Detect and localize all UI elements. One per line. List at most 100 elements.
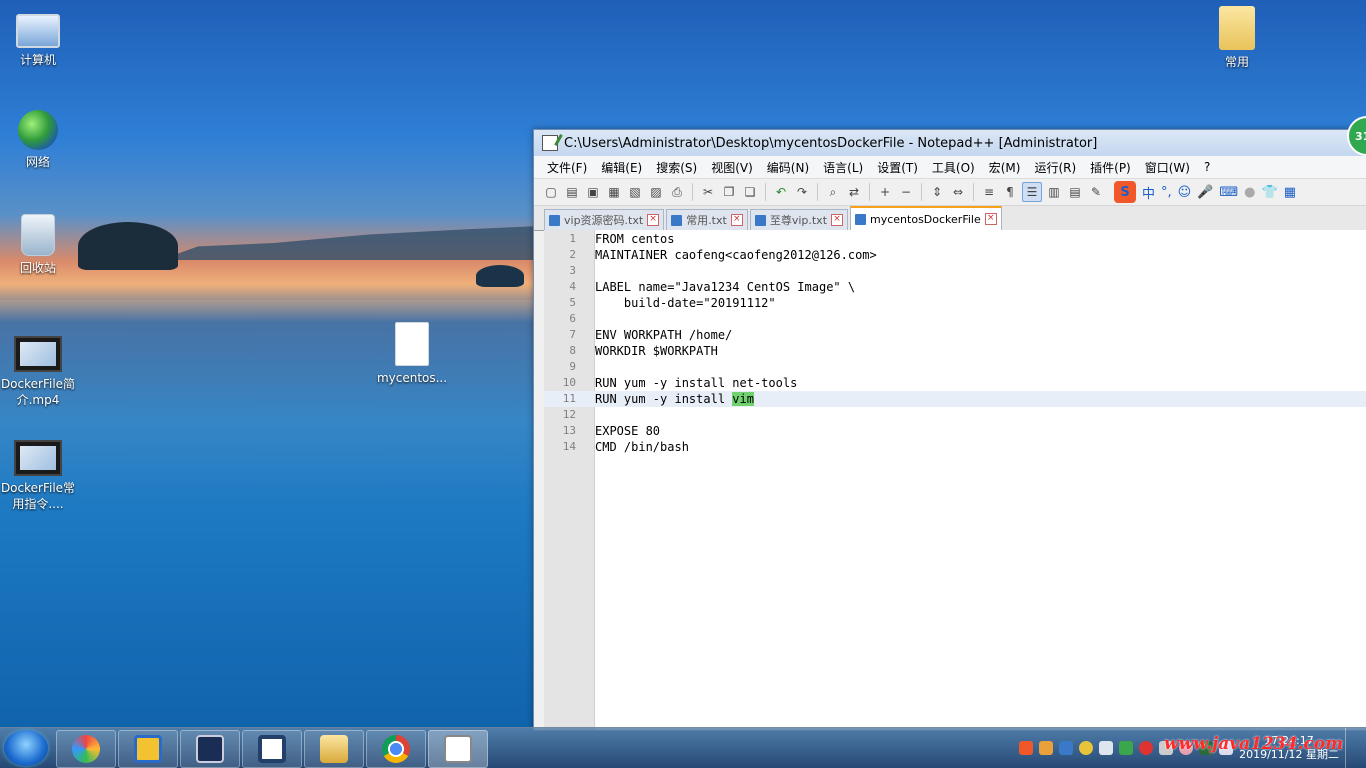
menu-settings[interactable]: 设置(T) xyxy=(870,157,925,178)
macro-record-icon[interactable]: ✎ xyxy=(1087,183,1105,201)
close-all-icon[interactable]: ▨ xyxy=(647,183,665,201)
code-line[interactable]: 4 LABEL name="Java1234 CentOS Image" \ xyxy=(544,279,1366,295)
close-tab-icon[interactable]: × xyxy=(647,214,660,226)
save-icon[interactable]: ▣ xyxy=(584,183,602,201)
sogou-ime-icon[interactable]: S xyxy=(1114,181,1136,203)
shield-icon[interactable] xyxy=(1119,741,1134,755)
copy-icon[interactable]: ❐ xyxy=(720,183,738,201)
monitor-icon xyxy=(196,735,224,763)
taskbar-app-remote-desktop[interactable] xyxy=(180,730,240,768)
print-icon[interactable]: ⎙ xyxy=(668,183,686,201)
close-tab-icon[interactable]: × xyxy=(730,214,743,226)
menu-plugins[interactable]: 插件(P) xyxy=(1083,157,1138,178)
paste-icon[interactable]: ❏ xyxy=(741,183,759,201)
show-all-chars-icon[interactable]: ¶ xyxy=(1001,183,1019,201)
cut-icon[interactable]: ✂ xyxy=(699,183,717,201)
close-file-icon[interactable]: ▧ xyxy=(626,183,644,201)
tab-common[interactable]: 常用.txt × xyxy=(666,209,748,230)
ime-mode-toggle[interactable]: 中 xyxy=(1142,183,1155,202)
menu-run[interactable]: 运行(R) xyxy=(1027,157,1083,178)
notepadpp-window[interactable]: C:\Users\Administrator\Desktop\mycentosD… xyxy=(533,129,1366,731)
taskbar-app-chrome[interactable] xyxy=(366,730,426,768)
start-button[interactable] xyxy=(4,730,48,766)
taskbar-app-virtualbox[interactable] xyxy=(118,730,178,768)
keyboard-icon[interactable]: ⌨ xyxy=(1219,185,1238,200)
zoom-out-icon[interactable]: − xyxy=(897,183,915,201)
code-line[interactable]: 6 xyxy=(544,311,1366,327)
code-line[interactable]: 12 xyxy=(544,407,1366,423)
word-wrap-icon[interactable]: ≡ xyxy=(980,183,998,201)
zoom-in-icon[interactable]: + xyxy=(876,183,894,201)
code-line[interactable]: 9 xyxy=(544,359,1366,375)
desktop-icon-dockerfile-commands[interactable]: DockerFile常用指令.... xyxy=(0,434,76,512)
code-line[interactable]: 3 xyxy=(544,263,1366,279)
user-icon[interactable]: ● xyxy=(1244,185,1255,200)
desktop-icon-network[interactable]: 网络 xyxy=(0,110,76,170)
tab-supreme-vip[interactable]: 至尊vip.txt × xyxy=(749,209,849,230)
skin-icon[interactable]: 👕 xyxy=(1262,185,1278,200)
replace-icon[interactable]: ⇄ xyxy=(845,183,863,201)
new-file-icon[interactable]: ▢ xyxy=(542,183,560,201)
doc-map-icon[interactable]: ▥ xyxy=(1045,183,1063,201)
desktop-icon-computer[interactable]: 计算机 xyxy=(0,8,76,68)
sogou-tray-icon[interactable] xyxy=(1019,741,1034,755)
close-tab-icon[interactable]: × xyxy=(831,214,844,226)
box-icon[interactable] xyxy=(1059,741,1074,755)
taskbar-app-navicat[interactable] xyxy=(242,730,302,768)
window-titlebar[interactable]: C:\Users\Administrator\Desktop\mycentosD… xyxy=(534,130,1366,156)
menu-help[interactable]: ? xyxy=(1197,158,1217,176)
gift-icon[interactable] xyxy=(1039,741,1054,755)
microphone-icon[interactable]: 🎤 xyxy=(1197,185,1213,200)
code-line[interactable]: 2 MAINTAINER caofeng<caofeng2012@126.com> xyxy=(544,247,1366,263)
code-line[interactable]: 1 FROM centos xyxy=(544,231,1366,247)
sync-horizontal-icon[interactable]: ⇔ xyxy=(949,183,967,201)
menu-language[interactable]: 语言(L) xyxy=(816,157,870,178)
plus-icon[interactable] xyxy=(1079,741,1094,755)
tab-vip-passwords[interactable]: vip资源密码.txt × xyxy=(544,209,665,230)
sync-vertical-icon[interactable]: ⇕ xyxy=(928,183,946,201)
grid-icon[interactable]: ▦ xyxy=(1284,185,1296,200)
virtualbox-icon xyxy=(134,735,162,763)
taskbar-app-explorer[interactable] xyxy=(304,730,364,768)
show-desktop-button[interactable] xyxy=(1345,728,1356,768)
code-line[interactable]: 13 EXPOSE 80 xyxy=(544,423,1366,439)
code-line[interactable]: 11 RUN yum -y install vim xyxy=(544,391,1366,407)
code-text: RUN yum -y install net-tools xyxy=(595,375,797,391)
tab-label: 至尊vip.txt xyxy=(769,214,828,227)
security-icon[interactable] xyxy=(1139,741,1154,755)
network-tray-icon[interactable] xyxy=(1099,741,1114,755)
menu-edit[interactable]: 编辑(E) xyxy=(594,157,649,178)
code-line[interactable]: 5 build-date="20191112" xyxy=(544,295,1366,311)
menu-file[interactable]: 文件(F) xyxy=(540,157,594,178)
tab-mycentosdockerfile[interactable]: mycentosDockerFile × xyxy=(850,206,1002,230)
menu-search[interactable]: 搜索(S) xyxy=(649,157,704,178)
taskbar-app-photos[interactable] xyxy=(56,730,116,768)
code-line[interactable]: 14 CMD /bin/bash xyxy=(544,439,1366,455)
menu-macro[interactable]: 宏(M) xyxy=(982,157,1028,178)
indent-guide-icon[interactable]: ☰ xyxy=(1022,182,1042,202)
desktop-icon-mycentos-file[interactable]: mycentos... xyxy=(374,322,450,386)
taskbar-app-notepadpp[interactable] xyxy=(428,730,488,768)
desktop-icon-common-folder[interactable]: 常用 xyxy=(1199,6,1275,70)
close-tab-icon[interactable]: × xyxy=(984,213,997,225)
undo-icon[interactable]: ↶ xyxy=(772,183,790,201)
function-list-icon[interactable]: ▤ xyxy=(1066,183,1084,201)
save-all-icon[interactable]: ▦ xyxy=(605,183,623,201)
ime-punctuation-toggle[interactable]: °, xyxy=(1161,185,1172,200)
code-line[interactable]: 10 RUN yum -y install net-tools xyxy=(544,375,1366,391)
line-number: 11 xyxy=(562,392,576,405)
code-line[interactable]: 7 ENV WORKPATH /home/ xyxy=(544,327,1366,343)
line-number: 6 xyxy=(569,312,576,325)
menu-window[interactable]: 窗口(W) xyxy=(1138,157,1197,178)
code-line[interactable]: 8 WORKDIR $WORKPATH xyxy=(544,343,1366,359)
open-file-icon[interactable]: ▤ xyxy=(563,183,581,201)
desktop-icon-recycle-bin[interactable]: 回收站 xyxy=(0,214,76,276)
emoji-icon[interactable]: ☺ xyxy=(1178,185,1192,200)
menu-view[interactable]: 视图(V) xyxy=(704,157,760,178)
menu-encoding[interactable]: 编码(N) xyxy=(760,157,816,178)
desktop-icon-dockerfile-intro[interactable]: DockerFile简介.mp4 xyxy=(0,330,76,408)
menu-tools[interactable]: 工具(O) xyxy=(925,157,982,178)
editor-area[interactable]: 1 FROM centos 2 MAINTAINER caofeng<caofeng2… xyxy=(544,230,1366,730)
find-icon[interactable]: ⌕ xyxy=(824,183,842,201)
redo-icon[interactable]: ↷ xyxy=(793,183,811,201)
